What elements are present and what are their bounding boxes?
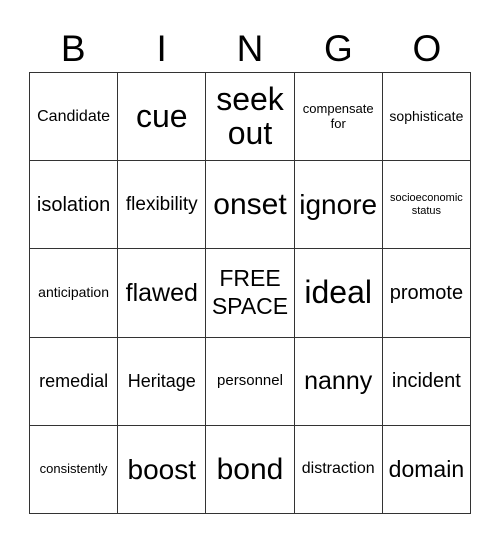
bingo-cell: flexibility [118,161,207,250]
bingo-cell: cue [118,73,207,162]
bingo-cell: socioeconomic status [382,161,471,250]
bingo-cell: anticipation [30,249,119,338]
bingo-cell: compensate for [294,73,383,162]
bingo-cell: domain [382,425,471,514]
bingo-cell: nanny [294,337,383,426]
header-letter-g: G [324,28,353,69]
bingo-cell: onset [206,161,295,250]
bingo-cell: boost [118,425,207,514]
bingo-cell: promote [382,249,471,338]
bingo-cell: bond [206,425,295,514]
bingo-cell: sophisticate [382,73,471,162]
bingo-cell: personnel [206,337,295,426]
bingo-cell: remedial [30,337,119,426]
bingo-cell: flawed [118,249,207,338]
header-letter-i: I [156,28,167,69]
bingo-header: B I N G O [29,26,471,72]
header-letter-b: B [60,28,86,69]
bingo-cell: ignore [294,161,383,250]
header-letter-o: O [412,28,442,69]
free-space-cell: FREE SPACE [206,249,295,338]
bingo-cell: consistently [30,425,119,514]
bingo-cell: Heritage [118,337,207,426]
bingo-cell: incident [382,337,471,426]
bingo-cell: distraction [294,425,383,514]
bingo-cell: ideal [294,249,383,338]
bingo-cell: Candidate [30,73,119,162]
bingo-cell: isolation [30,161,119,250]
bingo-grid: Candidate cue seek out compensate for so… [29,72,471,514]
header-letter-n: N [236,28,264,69]
bingo-cell: seek out [206,73,295,162]
